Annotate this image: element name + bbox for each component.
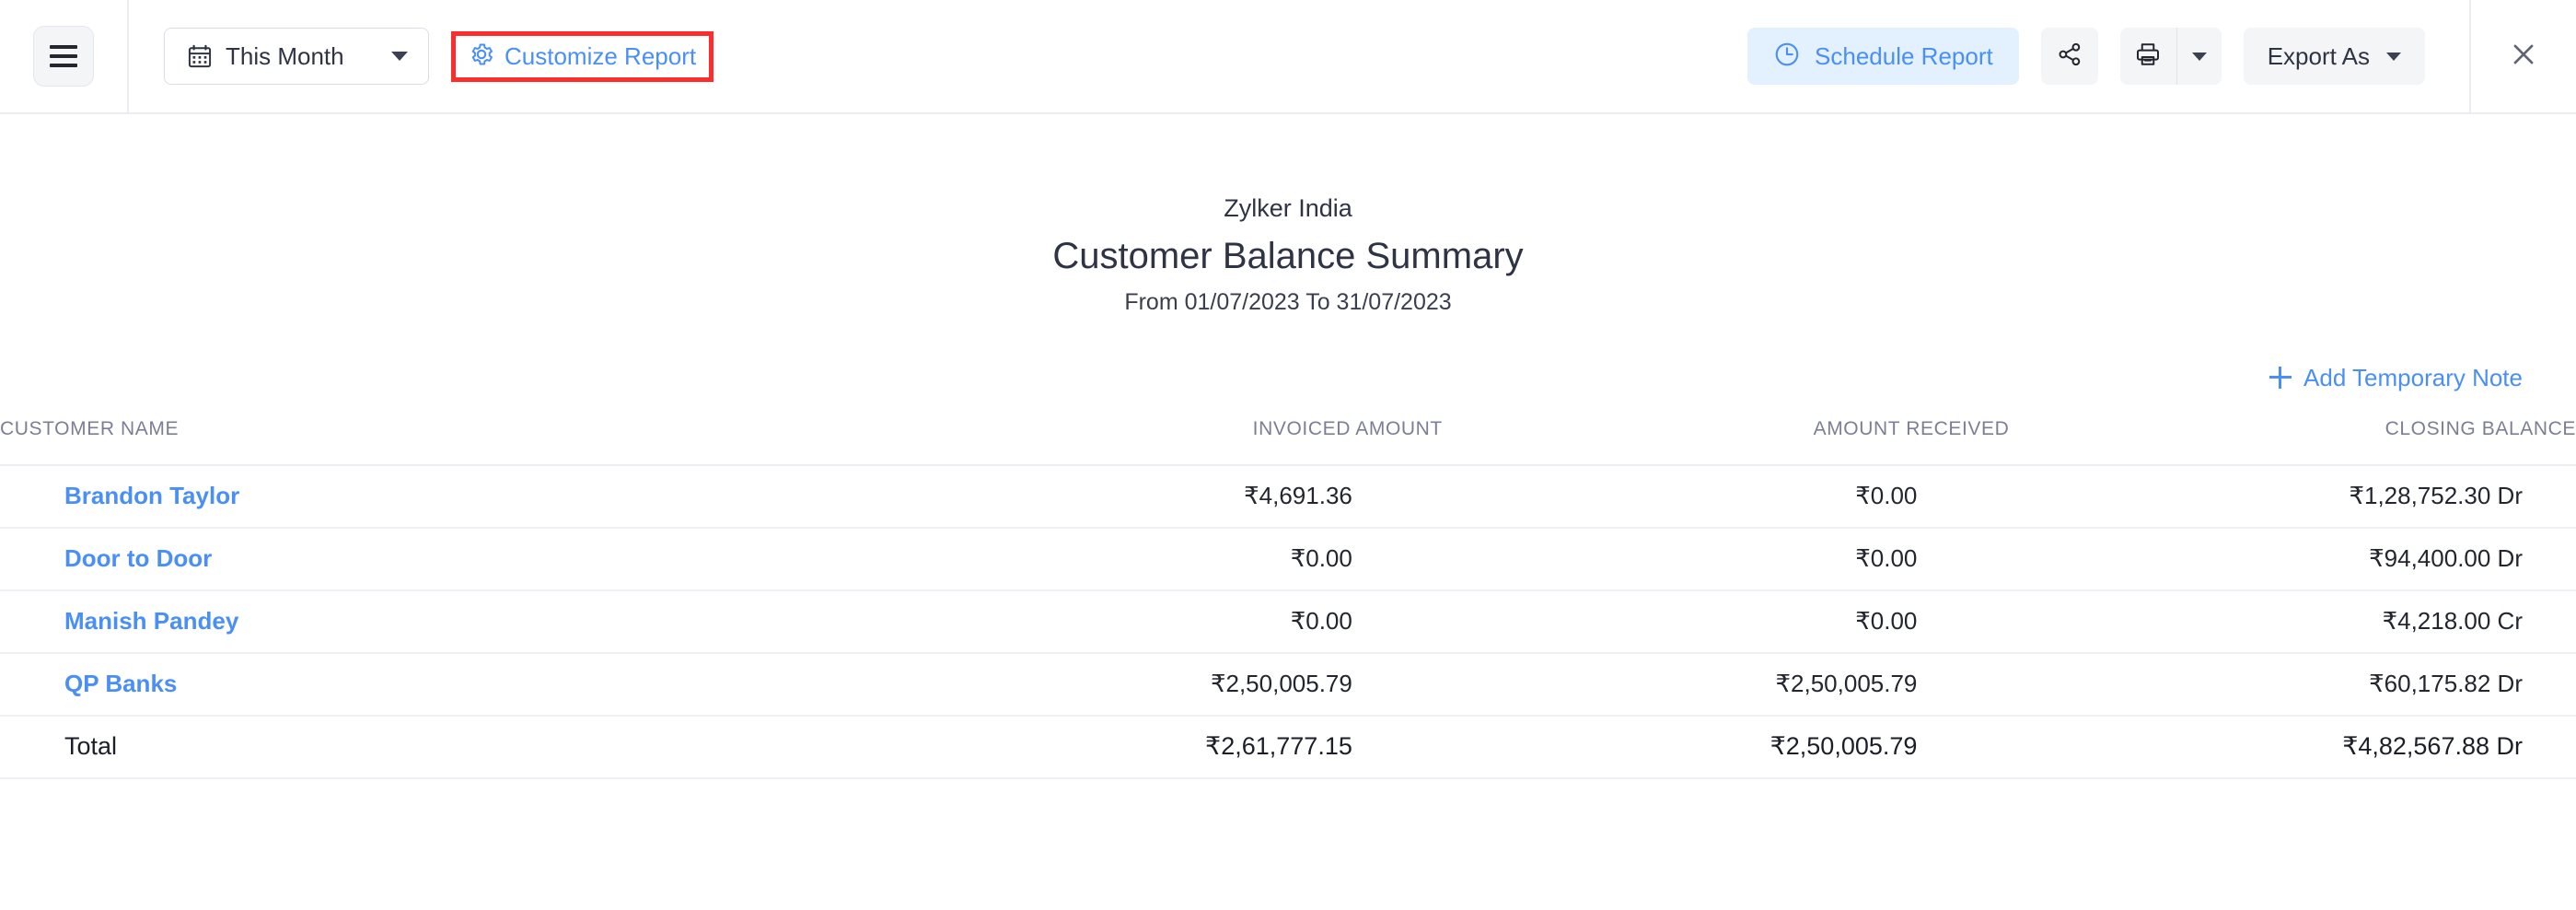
cell-total-amount-received: ₹2,50,005.79 [1442, 715, 2010, 779]
cell-invoiced-amount: ₹4,691.36 [850, 464, 1443, 529]
table-row: QP Banks ₹2,50,005.79 ₹2,50,005.79 ₹60,1… [0, 652, 2576, 717]
cell-closing-balance: ₹4,218.00 Cr [2009, 589, 2576, 654]
export-as-button[interactable]: Export As [2243, 28, 2425, 85]
customize-report-button[interactable]: Customize Report [451, 30, 714, 82]
share-icon [2056, 41, 2083, 73]
customer-balance-table: CUSTOMER NAME INVOICED AMOUNT AMOUNT REC… [0, 417, 2576, 779]
customer-link[interactable]: Manish Pandey [64, 607, 238, 635]
chevron-down-icon [2191, 52, 2207, 61]
cell-total-closing-balance: ₹4,82,567.88 Dr [2009, 715, 2576, 779]
toolbar-right-group: Schedule Report Export As [1747, 0, 2576, 112]
date-range-select[interactable]: This Month [164, 28, 429, 85]
clock-icon [1773, 41, 1801, 73]
column-header-amount-received: AMOUNT RECEIVED [1442, 417, 2010, 466]
cell-total-invoiced-amount: ₹2,61,777.15 [850, 715, 1443, 779]
report-header: Zylker India Customer Balance Summary Fr… [0, 114, 2576, 316]
cell-amount-received: ₹0.00 [1442, 589, 2010, 654]
schedule-report-label: Schedule Report [1815, 41, 1993, 70]
chevron-down-icon [2386, 52, 2401, 61]
print-icon [2134, 41, 2162, 73]
note-row: Add Temporary Note [0, 364, 2576, 392]
cell-amount-received: ₹2,50,005.79 [1442, 652, 2010, 717]
cell-amount-received: ₹0.00 [1442, 464, 2010, 529]
plus-icon [2269, 367, 2292, 390]
cell-customer-name: Door to Door [0, 527, 851, 591]
top-toolbar: This Month Customize Report Schedule Rep… [0, 0, 2576, 114]
cell-closing-balance: ₹94,400.00 Dr [2009, 527, 2576, 591]
print-split-button [2119, 28, 2222, 85]
date-range-label: This Month [226, 41, 344, 70]
print-button[interactable] [2120, 28, 2177, 85]
cell-closing-balance: ₹1,28,752.30 Dr [2009, 464, 2576, 529]
table-row: Door to Door ₹0.00 ₹0.00 ₹94,400.00 Dr [0, 527, 2576, 591]
export-as-label: Export As [2267, 41, 2370, 70]
customer-link[interactable]: Door to Door [64, 544, 212, 572]
share-button[interactable] [2040, 28, 2098, 85]
column-header-customer-name: CUSTOMER NAME [0, 417, 851, 466]
print-options-button[interactable] [2177, 28, 2222, 85]
organization-name: Zylker India [1224, 194, 1352, 222]
report-body: Zylker India Customer Balance Summary Fr… [0, 114, 2576, 779]
calendar-icon [187, 43, 213, 69]
table-row: Manish Pandey ₹0.00 ₹0.00 ₹4,218.00 Cr [0, 589, 2576, 654]
cell-total-label: Total [0, 715, 851, 779]
cell-customer-name: QP Banks [0, 652, 851, 717]
gear-icon [469, 41, 494, 72]
cell-customer-name: Brandon Taylor [0, 464, 851, 529]
add-temporary-note-button[interactable]: Add Temporary Note [2269, 364, 2523, 392]
column-header-closing-balance: CLOSING BALANCE [2009, 417, 2576, 466]
column-header-invoiced-amount: INVOICED AMOUNT [850, 417, 1443, 466]
menu-section [0, 0, 129, 112]
hamburger-menu-button[interactable] [33, 26, 94, 87]
add-temporary-note-label: Add Temporary Note [2303, 363, 2523, 391]
customer-link[interactable]: QP Banks [64, 670, 177, 697]
customize-report-label: Customize Report [505, 41, 697, 70]
hamburger-icon-line [50, 45, 77, 49]
report-date-range: From 01/07/2023 To 31/07/2023 [1124, 288, 1452, 315]
chevron-down-icon [391, 52, 408, 61]
close-button[interactable] [2469, 0, 2576, 112]
cell-invoiced-amount: ₹0.00 [850, 527, 1443, 591]
toolbar-left-group: This Month Customize Report [129, 28, 714, 85]
customer-link[interactable]: Brandon Taylor [64, 482, 239, 509]
table-total-row: Total ₹2,61,777.15 ₹2,50,005.79 ₹4,82,56… [0, 715, 2576, 779]
hamburger-icon-line [50, 54, 77, 58]
cell-invoiced-amount: ₹0.00 [850, 589, 1443, 654]
cell-customer-name: Manish Pandey [0, 589, 851, 654]
report-title: Customer Balance Summary [1052, 235, 1524, 276]
hamburger-icon-line [50, 64, 77, 67]
close-icon [2508, 39, 2539, 75]
table-row: Brandon Taylor ₹4,691.36 ₹0.00 ₹1,28,752… [0, 464, 2576, 529]
cell-invoiced-amount: ₹2,50,005.79 [850, 652, 1443, 717]
schedule-report-button[interactable]: Schedule Report [1747, 28, 2019, 85]
cell-closing-balance: ₹60,175.82 Dr [2009, 652, 2576, 717]
cell-amount-received: ₹0.00 [1442, 527, 2010, 591]
table-header-row: CUSTOMER NAME INVOICED AMOUNT AMOUNT REC… [0, 417, 2576, 466]
